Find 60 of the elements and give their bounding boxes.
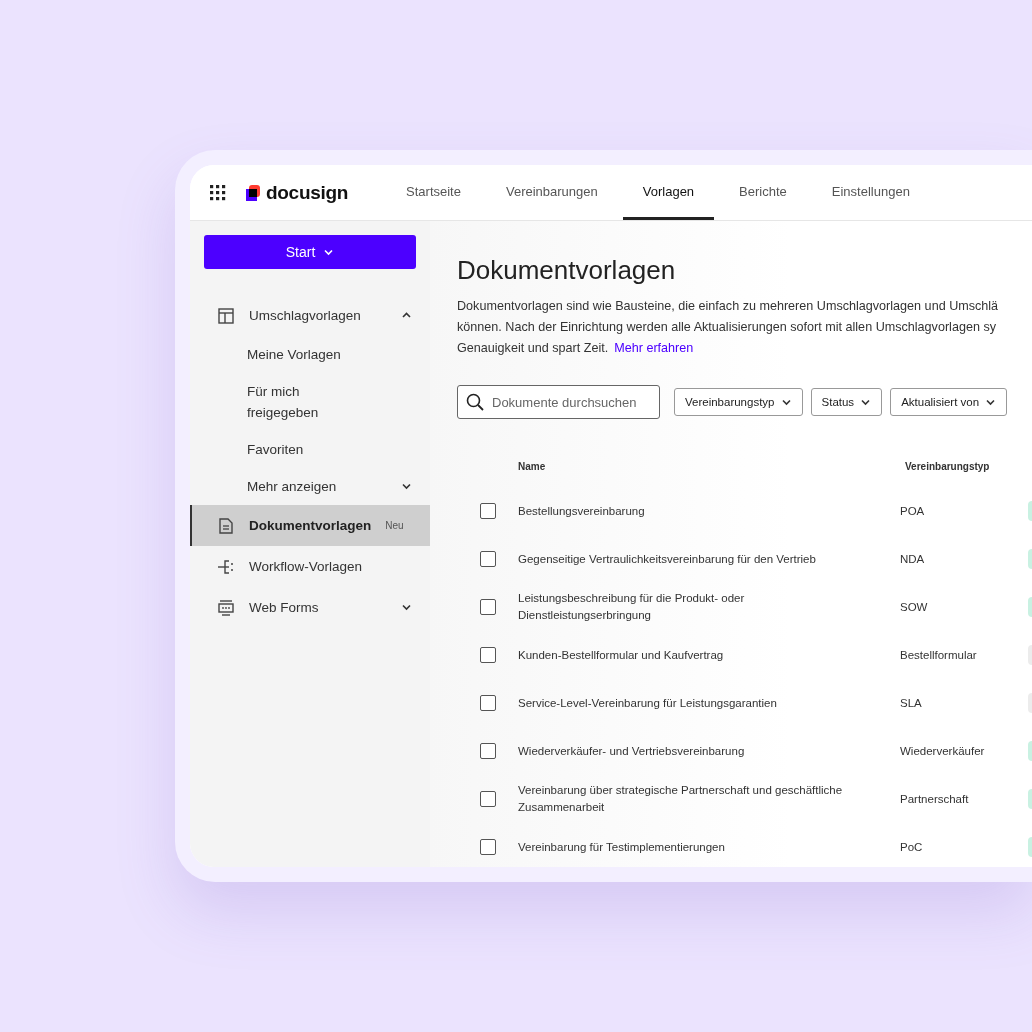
description-text: Genauigkeit und spart Zeit. xyxy=(457,341,609,355)
page-title: Dokumentvorlagen xyxy=(457,255,677,286)
sidebar-subitem[interactable]: Für mich freigegeben xyxy=(190,373,430,431)
logo-mark-icon xyxy=(246,184,262,201)
row-checkbox[interactable] xyxy=(479,695,496,711)
table-cell-text: Bestellungsvereinbarung xyxy=(518,503,646,519)
table-cell-text: Partnerschaft xyxy=(900,793,970,805)
table-cell-text: NDA xyxy=(900,553,926,565)
column-header: Name xyxy=(518,459,547,474)
grid-icon xyxy=(210,184,226,201)
row-checkbox[interactable] xyxy=(479,791,496,807)
description-text: Dokumentvorlagen sind wie Bausteine, die einfach zu mehreren Umschlagvorlagen und Umschlä xyxy=(457,299,999,313)
row-checkbox[interactable] xyxy=(479,839,496,855)
workflow-icon xyxy=(218,558,234,575)
table-cell-text: Wiederverkäufer- und Vertriebsvereinbarung xyxy=(518,743,746,759)
description-text: können. Nach der Einrichtung werden alle Aktualisierungen sofort mit allen Umschlagvorlagen sy xyxy=(457,320,997,334)
new-label: Neu xyxy=(385,520,404,531)
chevron-down-icon xyxy=(401,481,412,492)
filter-dropdown[interactable]: Aktualisiert von xyxy=(890,388,1008,416)
nav-tab[interactable]: Einstellungen xyxy=(811,165,930,220)
sidebar-item[interactable]: Dokumentvorlagen Neu xyxy=(190,505,430,546)
form-icon xyxy=(218,599,234,616)
chevron-down-icon xyxy=(401,602,412,613)
document-icon xyxy=(218,517,234,534)
table-cell-text: Gegenseitige Vertraulichkeitsvereinbarung für den Vertrieb xyxy=(518,551,817,567)
table-cell-text: Wiederverkäufer xyxy=(900,745,986,757)
row-checkbox[interactable] xyxy=(479,743,496,759)
column-header: Vereinbarungstyp xyxy=(904,460,991,472)
search-field[interactable]: Dokumente durchsuchen xyxy=(457,385,660,419)
sidebar-item[interactable]: Umschlagvorlagen xyxy=(190,295,430,336)
row-checkbox[interactable] xyxy=(479,551,496,567)
table-cell-text: SOW xyxy=(900,601,929,613)
table-cell-text: SLA xyxy=(900,697,923,709)
table-cell-text: Vereinbarung für Testimplementierungen xyxy=(518,839,726,855)
sidebar-item[interactable]: Workflow-Vorlagen xyxy=(190,546,430,587)
start-button[interactable]: Start xyxy=(204,235,416,269)
table-cell-text: Vereinbarung über strategische Partnerschaft und geschäftliche Zusammenarbeit xyxy=(518,783,844,815)
table-cell-text: Bestellformular xyxy=(900,649,978,661)
nav-tab[interactable]: Vereinbarungen xyxy=(485,165,618,220)
filter-dropdown[interactable]: Vereinbarungstyp xyxy=(674,388,803,416)
table-cell-text: Leistungsbeschreibung für die Produkt- oder Dienstleistungserbringung xyxy=(518,591,746,623)
row-checkbox[interactable] xyxy=(479,503,496,519)
layout-icon xyxy=(218,307,234,324)
search-icon xyxy=(466,393,484,411)
sidebar-subitem[interactable]: Favoriten xyxy=(190,431,430,468)
table-cell-text: POA xyxy=(900,505,926,517)
table-cell-text: Service-Level-Vereinbarung für Leistungsgarantien xyxy=(518,695,778,711)
sidebar-subitem[interactable]: Meine Vorlagen xyxy=(190,336,430,373)
row-checkbox[interactable] xyxy=(479,647,496,663)
apps-menu-button[interactable] xyxy=(210,184,226,201)
sidebar-item[interactable]: Web Forms xyxy=(190,587,430,628)
nav-tab[interactable]: Berichte xyxy=(719,165,807,220)
learn-more-link[interactable]: Mehr erfahren xyxy=(614,341,694,355)
logo-text: docusign xyxy=(266,181,349,204)
table-cell-text: PoC xyxy=(900,841,924,853)
filter-dropdown[interactable]: Status xyxy=(810,388,883,416)
nav-tab[interactable]: Startseite xyxy=(386,165,481,220)
row-checkbox[interactable] xyxy=(479,599,496,615)
table-cell-text: Kunden-Bestellformular und Kaufvertrag xyxy=(518,647,725,663)
sidebar-subitem[interactable]: Mehr anzeigen xyxy=(190,468,430,505)
